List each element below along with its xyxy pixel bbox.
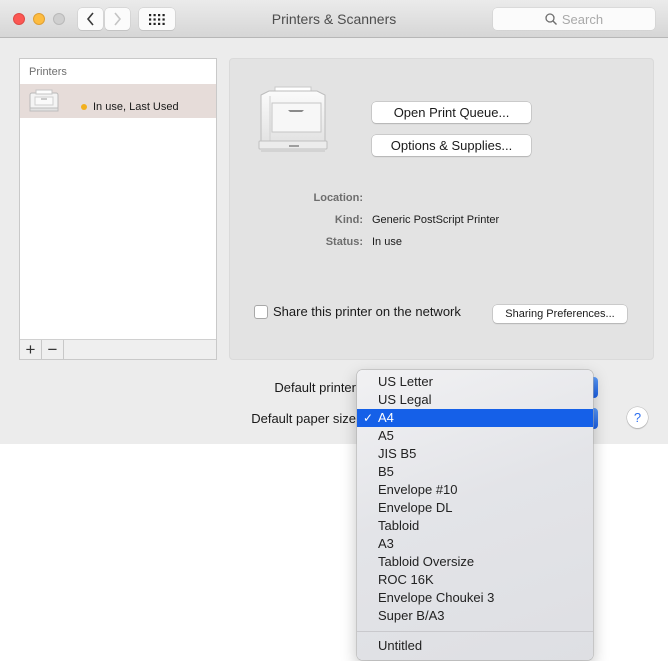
search-field[interactable]: Search <box>493 8 655 30</box>
share-printer-label: Share this printer on the network <box>273 304 461 319</box>
search-icon <box>545 13 557 25</box>
show-all-button[interactable] <box>139 8 175 30</box>
menu-item-b5[interactable]: B5 <box>357 463 593 481</box>
kind-row: Kind: Generic PostScript Printer <box>230 214 655 228</box>
options-supplies-button[interactable]: Options & Supplies... <box>372 135 531 156</box>
share-printer-checkbox[interactable] <box>254 304 268 319</box>
menu-item-label: US Letter <box>378 374 433 389</box>
menu-item-tabloid[interactable]: Tabloid <box>357 517 593 535</box>
menu-item-label: Untitled <box>378 638 423 653</box>
remove-printer-button[interactable]: − <box>42 340 64 359</box>
back-button[interactable] <box>78 8 103 30</box>
menu-item-untitled[interactable]: Untitled <box>357 637 593 655</box>
kind-value: Generic PostScript Printer <box>372 214 500 226</box>
list-footer: + − <box>20 339 216 359</box>
chevron-right-icon <box>114 12 122 26</box>
default-paper-size-label: Default paper size <box>251 411 356 426</box>
menu-item-us-legal[interactable]: US Legal <box>357 391 593 409</box>
menu-item-envelope-10[interactable]: Envelope #10 <box>357 481 593 499</box>
status-dot <box>81 104 87 110</box>
title-bar: Printers & Scanners Search <box>0 0 668 38</box>
menu-item-label: Super B/A3 <box>378 608 445 623</box>
printers-list-header: Printers <box>29 66 67 78</box>
close-window-button[interactable] <box>13 13 25 25</box>
printer-icon <box>29 89 59 112</box>
menu-item-label: B5 <box>378 464 394 479</box>
forward-button[interactable] <box>105 8 130 30</box>
menu-item-tabloid-oversize[interactable]: Tabloid Oversize <box>357 553 593 571</box>
menu-item-label: Envelope #10 <box>378 482 458 497</box>
menu-item-super-b-a3[interactable]: Super B/A3 <box>357 607 593 625</box>
menu-item-a5[interactable]: A5 <box>357 427 593 445</box>
status-row: Status: In use <box>230 236 655 250</box>
minimize-window-button[interactable] <box>33 13 45 25</box>
open-print-queue-button[interactable]: Open Print Queue... <box>372 102 531 123</box>
share-printer-option[interactable]: Share this printer on the network <box>254 304 461 319</box>
search-placeholder: Search <box>561 11 604 27</box>
menu-item-a4[interactable]: ✓ A4 <box>357 409 593 427</box>
menu-item-a3[interactable]: A3 <box>357 535 593 553</box>
menu-item-label: JIS B5 <box>378 446 417 461</box>
add-printer-button[interactable]: + <box>20 340 42 359</box>
chevron-left-icon <box>86 12 94 26</box>
menu-item-label: A5 <box>378 428 394 443</box>
menu-item-jis-b5[interactable]: JIS B5 <box>357 445 593 463</box>
menu-item-label: Envelope DL <box>378 500 453 515</box>
sharing-preferences-button[interactable]: Sharing Preferences... <box>493 305 627 323</box>
menu-item-label: A3 <box>378 536 394 551</box>
printers-list: Printers In use, Last Used + − <box>19 58 217 360</box>
menu-item-us-letter[interactable]: US Letter <box>357 373 593 391</box>
menu-item-envelope-dl[interactable]: Envelope DL <box>357 499 593 517</box>
paper-size-menu: US Letter US Legal ✓ A4 A5 JIS B5 B5 Envelope #… <box>357 370 593 660</box>
menu-item-label: A4 <box>378 410 394 425</box>
menu-item-label: US Legal <box>378 392 432 407</box>
status-value: In use <box>372 236 402 248</box>
menu-separator <box>357 631 593 632</box>
printer-detail-panel: Open Print Queue... Options & Supplies..… <box>229 58 654 360</box>
checkmark-icon: ✓ <box>363 411 374 425</box>
menu-item-label: ROC 16K <box>378 572 434 587</box>
location-key: Location: <box>313 192 364 204</box>
zoom-window-button[interactable] <box>53 13 65 25</box>
help-button[interactable]: ? <box>627 407 648 428</box>
default-printer-label: Default printer <box>274 380 356 395</box>
menu-item-roc-16k[interactable]: ROC 16K <box>357 571 593 589</box>
location-row: Location: <box>230 192 655 206</box>
menu-item-label: Tabloid Oversize <box>378 554 475 569</box>
menu-item-envelope-choukei-3[interactable]: Envelope Choukei 3 <box>357 589 593 607</box>
printer-list-item[interactable]: In use, Last Used <box>20 84 216 118</box>
printer-status-label: In use, Last Used <box>93 101 179 113</box>
menu-item-label: Envelope Choukei 3 <box>378 590 495 605</box>
status-key: Status: <box>325 236 363 248</box>
grid-icon <box>149 13 165 25</box>
kind-key: Kind: <box>334 214 363 226</box>
printer-large-icon <box>258 86 328 152</box>
menu-item-label: Tabloid <box>378 518 420 533</box>
